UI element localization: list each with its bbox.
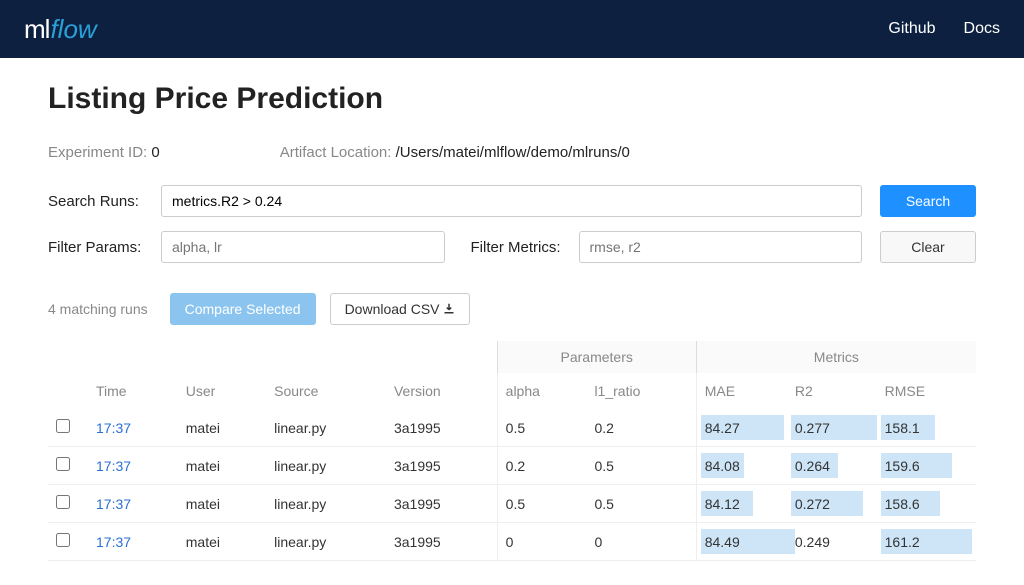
search-runs-input[interactable] bbox=[161, 185, 862, 217]
search-runs-label: Search Runs: bbox=[48, 193, 143, 210]
artifact-location-value: /Users/matei/mlflow/demo/mlruns/0 bbox=[396, 144, 630, 161]
search-button[interactable]: Search bbox=[880, 185, 976, 217]
main-container: Listing Price Prediction Experiment ID: … bbox=[0, 58, 1024, 585]
run-time-link[interactable]: 17:37 bbox=[96, 534, 131, 550]
experiment-id-label: Experiment ID: bbox=[48, 144, 147, 161]
metric-r2: 0.277 bbox=[787, 409, 877, 447]
run-time-link[interactable]: 17:37 bbox=[96, 458, 131, 474]
metrics-group-header: Metrics bbox=[696, 341, 976, 373]
filter-params-input[interactable] bbox=[161, 231, 445, 263]
filter-params-label: Filter Params: bbox=[48, 239, 143, 256]
nav-docs-link[interactable]: Docs bbox=[964, 20, 1000, 38]
match-count: 4 matching runs bbox=[48, 301, 148, 317]
filter-metrics-label: Filter Metrics: bbox=[471, 239, 561, 256]
logo: mlflow bbox=[24, 14, 97, 45]
row-checkbox[interactable] bbox=[56, 457, 70, 471]
run-source: linear.py bbox=[266, 409, 386, 447]
metric-rmse: 161.2 bbox=[877, 523, 976, 561]
col-rmse: RMSE bbox=[877, 373, 976, 409]
logo-flow: flow bbox=[50, 14, 96, 45]
param-l1-ratio: 0.5 bbox=[586, 485, 696, 523]
metric-mae: 84.49 bbox=[696, 523, 787, 561]
run-user: matei bbox=[178, 485, 266, 523]
runs-table: Parameters Metrics Time User Source Vers… bbox=[48, 341, 976, 561]
col-alpha: alpha bbox=[497, 373, 586, 409]
logo-ml: ml bbox=[24, 14, 49, 45]
artifact-location-label: Artifact Location: bbox=[280, 144, 392, 161]
metric-r2: 0.272 bbox=[787, 485, 877, 523]
clear-button[interactable]: Clear bbox=[880, 231, 976, 263]
table-row: 17:37 mateilinear.py3a19950.20.584.080.26… bbox=[48, 447, 976, 485]
col-user: User bbox=[178, 373, 266, 409]
run-user: matei bbox=[178, 447, 266, 485]
run-source: linear.py bbox=[266, 485, 386, 523]
col-mae: MAE bbox=[696, 373, 787, 409]
col-l1-ratio: l1_ratio bbox=[586, 373, 696, 409]
col-time: Time bbox=[88, 373, 178, 409]
param-alpha: 0.2 bbox=[497, 447, 586, 485]
run-version: 3a1995 bbox=[386, 447, 497, 485]
col-r2: R2 bbox=[787, 373, 877, 409]
row-checkbox[interactable] bbox=[56, 419, 70, 433]
row-checkbox[interactable] bbox=[56, 495, 70, 509]
navbar: mlflow Github Docs bbox=[0, 0, 1024, 58]
run-version: 3a1995 bbox=[386, 523, 497, 561]
run-version: 3a1995 bbox=[386, 409, 497, 447]
experiment-id-value: 0 bbox=[151, 144, 159, 161]
param-l1-ratio: 0.2 bbox=[586, 409, 696, 447]
compare-selected-button[interactable]: Compare Selected bbox=[170, 293, 316, 325]
params-group-header: Parameters bbox=[497, 341, 696, 373]
param-alpha: 0.5 bbox=[497, 409, 586, 447]
metric-rmse: 159.6 bbox=[877, 447, 976, 485]
run-source: linear.py bbox=[266, 447, 386, 485]
metric-rmse: 158.6 bbox=[877, 485, 976, 523]
metric-r2: 0.249 bbox=[787, 523, 877, 561]
nav-github-link[interactable]: Github bbox=[888, 20, 935, 38]
run-user: matei bbox=[178, 409, 266, 447]
table-row: 17:37mateilinear.py3a19950084.490.249161… bbox=[48, 523, 976, 561]
metric-mae: 84.12 bbox=[696, 485, 787, 523]
table-row: 17:37 mateilinear.py3a19950.50.284.270.27… bbox=[48, 409, 976, 447]
col-source: Source bbox=[266, 373, 386, 409]
col-version: Version bbox=[386, 373, 497, 409]
metric-r2: 0.264 bbox=[787, 447, 877, 485]
table-row: 17:37mateilinear.py3a19950.50.584.120.27… bbox=[48, 485, 976, 523]
metric-rmse: 158.1 bbox=[877, 409, 976, 447]
download-csv-label: Download CSV bbox=[345, 301, 440, 317]
metric-mae: 84.08 bbox=[696, 447, 787, 485]
download-icon bbox=[443, 302, 455, 318]
param-alpha: 0 bbox=[497, 523, 586, 561]
param-l1-ratio: 0.5 bbox=[586, 447, 696, 485]
run-time-link[interactable]: 17:37 bbox=[96, 420, 131, 436]
param-l1-ratio: 0 bbox=[586, 523, 696, 561]
run-user: matei bbox=[178, 523, 266, 561]
page-title: Listing Price Prediction bbox=[48, 82, 976, 116]
nav-links: Github Docs bbox=[888, 20, 1000, 38]
row-checkbox[interactable] bbox=[56, 533, 70, 547]
run-time-link[interactable]: 17:37 bbox=[96, 496, 131, 512]
filter-metrics-input[interactable] bbox=[579, 231, 863, 263]
experiment-meta: Experiment ID: 0 Artifact Location: /Use… bbox=[48, 144, 976, 161]
run-version: 3a1995 bbox=[386, 485, 497, 523]
run-source: linear.py bbox=[266, 523, 386, 561]
metric-mae: 84.27 bbox=[696, 409, 787, 447]
param-alpha: 0.5 bbox=[497, 485, 586, 523]
download-csv-button[interactable]: Download CSV bbox=[330, 293, 471, 325]
